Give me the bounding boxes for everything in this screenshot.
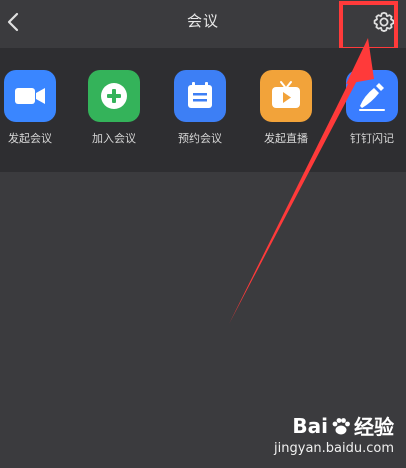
app-icon-tile	[4, 70, 56, 122]
app-label: 加入会议	[92, 132, 136, 145]
app-schedule-meeting[interactable]: 预约会议	[160, 70, 240, 146]
app-start-live[interactable]: 发起直播	[246, 70, 326, 146]
live-tv-icon	[272, 81, 300, 108]
video-camera-icon	[15, 88, 45, 104]
app-start-meeting[interactable]: 发起会议	[0, 70, 70, 146]
app-icon-tile	[88, 70, 140, 122]
paw-icon	[332, 417, 350, 434]
header-bar: 会议	[0, 0, 406, 46]
settings-button[interactable]	[369, 7, 399, 37]
app-join-meeting[interactable]: 加入会议	[74, 70, 154, 146]
app-icon-tile	[174, 70, 226, 122]
app-label: 发起会议	[8, 132, 52, 145]
app-label: 预约会议	[178, 132, 222, 145]
watermark-logo: Bai 经验	[292, 413, 394, 440]
apps-panel: 发起会议 加入会议 预约会议 发起直播 钉钉闪记	[0, 48, 406, 172]
app-label: 发起直播	[264, 132, 308, 145]
gear-icon	[373, 11, 395, 32]
pen-note-icon	[359, 83, 385, 111]
watermark-url: jingyan.baidu.com	[274, 441, 394, 456]
meeting-screen: 会议 发起会议 加入会议 预约会议 发起直播 钉钉闪记 Bai 经验 jingy…	[0, 0, 406, 468]
app-icon-tile	[260, 70, 312, 122]
plus-circle-icon	[101, 83, 127, 109]
app-dingtalk-note[interactable]: 钉钉闪记	[332, 70, 406, 146]
app-label: 钉钉闪记	[350, 132, 394, 145]
app-icon-tile	[346, 70, 398, 122]
baidu-watermark: Bai 经验 jingyan.baidu.com	[274, 411, 394, 457]
calendar-icon	[188, 82, 212, 108]
page-title: 会议	[186, 12, 219, 30]
